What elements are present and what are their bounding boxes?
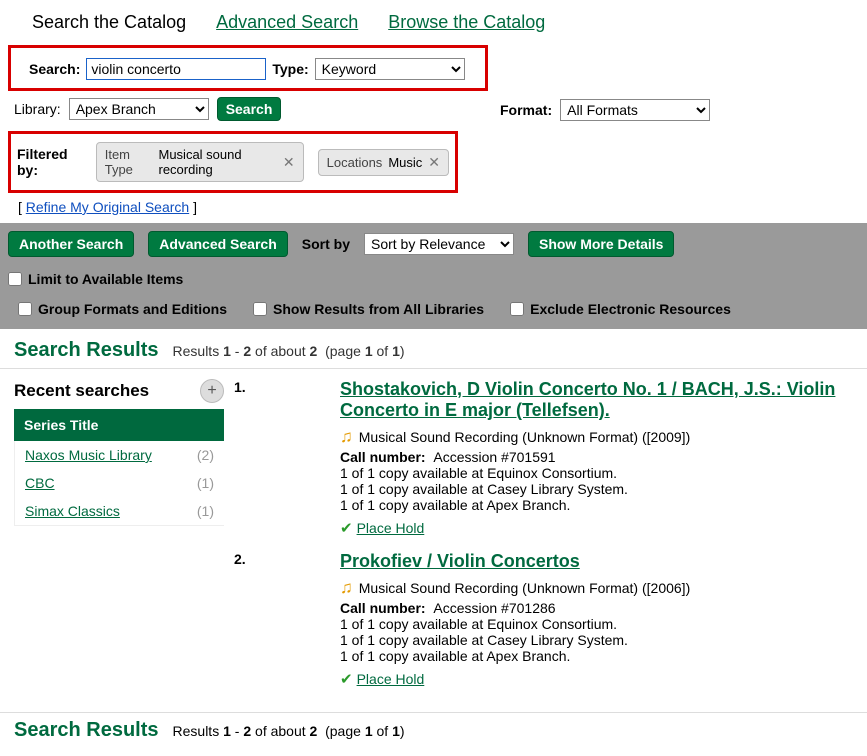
search-highlight-box: Search: Type: Keyword — [8, 45, 488, 91]
facet-link[interactable]: CBC — [25, 475, 55, 491]
refine-search-link-wrap: [ Refine My Original Search ] — [0, 195, 867, 223]
results-footer: Search Results Results 1 - 2 of about 2 … — [0, 712, 867, 756]
top-nav: Search the Catalog Advanced Search Brows… — [0, 0, 867, 39]
show-more-details-button[interactable]: Show More Details — [528, 231, 674, 257]
search-button[interactable]: Search — [217, 97, 282, 121]
result-number: 1. — [234, 379, 324, 537]
group-formats-checkbox[interactable] — [18, 302, 32, 316]
remove-filter-icon[interactable]: ✕ — [283, 154, 295, 171]
plus-icon: + — [207, 382, 216, 400]
availability-line: 1 of 1 copy available at Apex Branch. — [340, 648, 853, 664]
facet-header: Series Title — [14, 409, 224, 441]
nav-browse-catalog[interactable]: Browse the Catalog — [388, 12, 545, 33]
limit-available-checkbox[interactable] — [8, 272, 22, 286]
result-row: 1. Shostakovich, D Violin Concerto No. 1 … — [234, 379, 853, 537]
facet-count: (1) — [197, 503, 214, 519]
toolbar: Another Search Advanced Search Sort by S… — [0, 223, 867, 329]
result-title-link[interactable]: Shostakovich, D Violin Concerto No. 1 / … — [340, 379, 853, 421]
facet-list: Naxos Music Library(2)CBC(1)Simax Classi… — [14, 441, 224, 526]
result-title-link[interactable]: Prokofiev / Violin Concertos — [340, 551, 580, 572]
library-label: Library: — [14, 101, 61, 117]
limit-available-wrap[interactable]: Limit to Available Items — [8, 271, 183, 287]
format-label: Format: — [500, 102, 552, 118]
place-hold-link[interactable]: Place Hold — [357, 671, 425, 687]
results-title: Search Results — [14, 339, 159, 362]
another-search-button[interactable]: Another Search — [8, 231, 134, 257]
callnumber-label: Call number: — [340, 600, 426, 616]
type-label: Type: — [272, 61, 308, 77]
filter-highlight-box: Filtered by: Item Type Musical sound rec… — [8, 131, 458, 193]
format-text: Musical Sound Recording (Unknown Format)… — [359, 580, 690, 596]
sort-select[interactable]: Sort by Relevance — [364, 233, 514, 255]
filtered-by-label: Filtered by: — [17, 146, 82, 178]
facet-link[interactable]: Naxos Music Library — [25, 447, 152, 463]
availability-line: 1 of 1 copy available at Apex Branch. — [340, 497, 853, 513]
all-libraries-checkbox[interactable] — [253, 302, 267, 316]
all-libraries-wrap[interactable]: Show Results from All Libraries — [253, 301, 484, 317]
availability-line: 1 of 1 copy available at Equinox Consort… — [340, 616, 853, 632]
results-title-footer: Search Results — [14, 719, 159, 742]
music-note-icon: ♫ — [340, 427, 353, 447]
library-select[interactable]: Apex Branch — [69, 98, 209, 120]
format-text: Musical Sound Recording (Unknown Format)… — [359, 429, 690, 445]
exclude-electronic-checkbox[interactable] — [510, 302, 524, 316]
filter-chip-item-type: Item Type Musical sound recording ✕ — [96, 142, 304, 182]
facet-count: (2) — [197, 447, 214, 463]
refine-search-link[interactable]: Refine My Original Search — [26, 199, 189, 215]
availability-line: 1 of 1 copy available at Equinox Consort… — [340, 465, 853, 481]
facet-item: CBC (1) — [15, 469, 224, 497]
callnumber-label: Call number: — [340, 449, 426, 465]
type-select[interactable]: Keyword — [315, 58, 465, 80]
recent-searches-title: Recent searches — [14, 381, 149, 401]
check-icon: ✔ — [340, 519, 353, 537]
add-search-button[interactable]: + — [200, 379, 224, 403]
place-hold-link[interactable]: Place Hold — [357, 520, 425, 536]
facet-item: Naxos Music Library (2) — [15, 441, 224, 469]
availability-line: 1 of 1 copy available at Casey Library S… — [340, 632, 853, 648]
filter-chip-locations: Locations Music ✕ — [318, 149, 449, 176]
results-count-footer: Results 1 - 2 of about 2 (page 1 of 1) — [173, 723, 405, 739]
result-number: 2. — [234, 551, 324, 688]
format-select[interactable]: All Formats — [560, 99, 710, 121]
results-list: 1. Shostakovich, D Violin Concerto No. 1 … — [234, 379, 853, 702]
availability-line: 1 of 1 copy available at Casey Library S… — [340, 481, 853, 497]
search-label: Search: — [29, 61, 80, 77]
callnumber-value: Accession #701591 — [433, 449, 555, 465]
group-formats-wrap[interactable]: Group Formats and Editions — [18, 301, 227, 317]
facet-link[interactable]: Simax Classics — [25, 503, 120, 519]
result-row: 2. Prokofiev / Violin Concertos ♫ Musical S… — [234, 551, 853, 688]
results-count: Results 1 - 2 of about 2 (page 1 of 1) — [173, 343, 405, 359]
music-note-icon: ♫ — [340, 578, 353, 598]
facet-count: (1) — [197, 475, 214, 491]
advanced-search-button[interactable]: Advanced Search — [148, 231, 288, 257]
sort-by-label: Sort by — [302, 236, 350, 252]
nav-search-catalog: Search the Catalog — [32, 12, 186, 33]
nav-advanced-search[interactable]: Advanced Search — [216, 12, 358, 33]
search-input[interactable] — [86, 58, 266, 80]
exclude-electronic-wrap[interactable]: Exclude Electronic Resources — [510, 301, 731, 317]
callnumber-value: Accession #701286 — [433, 600, 555, 616]
sidebar: Recent searches + Series Title Naxos Mus… — [14, 379, 224, 702]
remove-filter-icon[interactable]: ✕ — [428, 154, 440, 171]
results-header: Search Results Results 1 - 2 of about 2 … — [0, 329, 867, 369]
check-icon: ✔ — [340, 670, 353, 688]
facet-item: Simax Classics (1) — [15, 497, 224, 525]
